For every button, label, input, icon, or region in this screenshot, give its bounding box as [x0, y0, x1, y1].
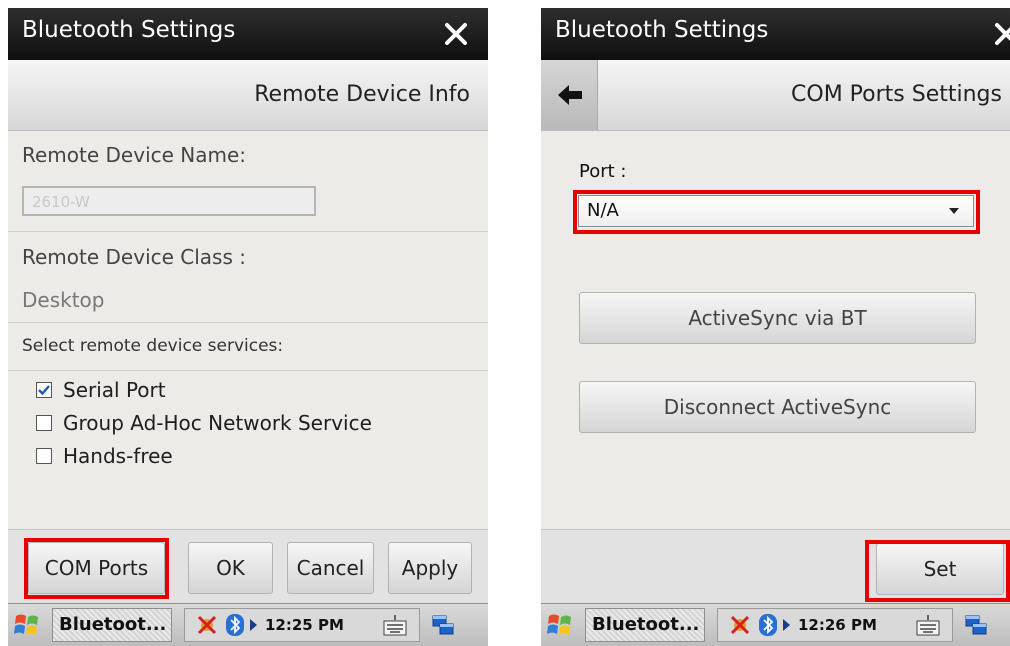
bluetooth-icon[interactable] — [222, 612, 248, 638]
page-header: COM Ports Settings — [541, 60, 1010, 131]
service-label: Hands-free — [63, 444, 173, 468]
title-bar: Bluetooth Settings — [541, 8, 1010, 60]
title-bar: Bluetooth Settings — [8, 8, 488, 60]
checkbox-icon[interactable] — [36, 415, 52, 431]
port-label: Port : — [579, 161, 627, 182]
left-screen: Bluetooth Settings Remote Device Info Re… — [8, 8, 488, 646]
clock[interactable]: 12:25 PM — [265, 616, 344, 634]
device-class-section: Remote Device Class : Desktop — [8, 232, 488, 323]
clock[interactable]: 12:26 PM — [798, 616, 877, 634]
taskbar-app-button[interactable]: Bluetoot... — [585, 608, 705, 642]
ok-button[interactable]: OK — [188, 542, 273, 594]
device-class-label: Remote Device Class : — [22, 245, 246, 269]
close-icon[interactable] — [442, 20, 470, 48]
services-label: Select remote device services: — [22, 336, 284, 356]
close-icon[interactable] — [992, 20, 1010, 48]
service-label: Group Ad-Hoc Network Service — [63, 411, 372, 435]
back-arrow-icon — [558, 85, 582, 105]
window-switch-icon[interactable] — [430, 612, 456, 638]
bluetooth-icon[interactable] — [755, 612, 781, 638]
window-switch-icon[interactable] — [963, 612, 989, 638]
device-class-value: Desktop — [22, 288, 105, 312]
highlight-port-dropdown — [573, 190, 980, 234]
highlight-set-button — [865, 540, 1010, 602]
tray-expand-icon[interactable] — [246, 616, 260, 634]
cancel-button[interactable]: Cancel — [287, 542, 374, 594]
disconnect-activesync-button[interactable]: Disconnect ActiveSync — [579, 381, 976, 433]
activesync-button[interactable]: ActiveSync via BT — [579, 292, 976, 344]
network-status-icon[interactable] — [727, 612, 753, 638]
device-name-label: Remote Device Name: — [22, 143, 247, 167]
highlight-com-ports — [24, 538, 169, 599]
apply-button[interactable]: Apply — [388, 542, 472, 594]
checkbox-icon[interactable] — [36, 448, 52, 464]
services-header: Select remote device services: — [8, 323, 488, 371]
taskbar-app-button[interactable]: Bluetoot... — [52, 608, 172, 642]
network-status-icon[interactable] — [194, 612, 220, 638]
taskbar: Bluetoot... 12:25 PM — [8, 603, 488, 646]
start-flag-icon[interactable] — [12, 610, 42, 640]
service-label: Serial Port — [63, 378, 166, 402]
tray-expand-icon[interactable] — [779, 616, 793, 634]
device-name-field[interactable]: 2610-W — [22, 186, 316, 216]
taskbar: Bluetoot... 12:26 PM — [541, 603, 1010, 646]
back-button[interactable] — [541, 60, 598, 130]
window-title: Bluetooth Settings — [555, 17, 769, 43]
start-flag-icon[interactable] — [545, 610, 575, 640]
device-name-section: Remote Device Name: — [8, 131, 488, 232]
page-title: Remote Device Info — [254, 82, 470, 107]
right-screen: Bluetooth Settings COM Ports Settings Po… — [541, 8, 1010, 646]
keyboard-icon[interactable] — [382, 612, 408, 638]
keyboard-icon[interactable] — [915, 612, 941, 638]
page-title: COM Ports Settings — [791, 82, 1002, 107]
checkbox-checked-icon[interactable] — [36, 382, 52, 398]
page-header: Remote Device Info — [8, 60, 488, 131]
window-title: Bluetooth Settings — [22, 17, 236, 43]
